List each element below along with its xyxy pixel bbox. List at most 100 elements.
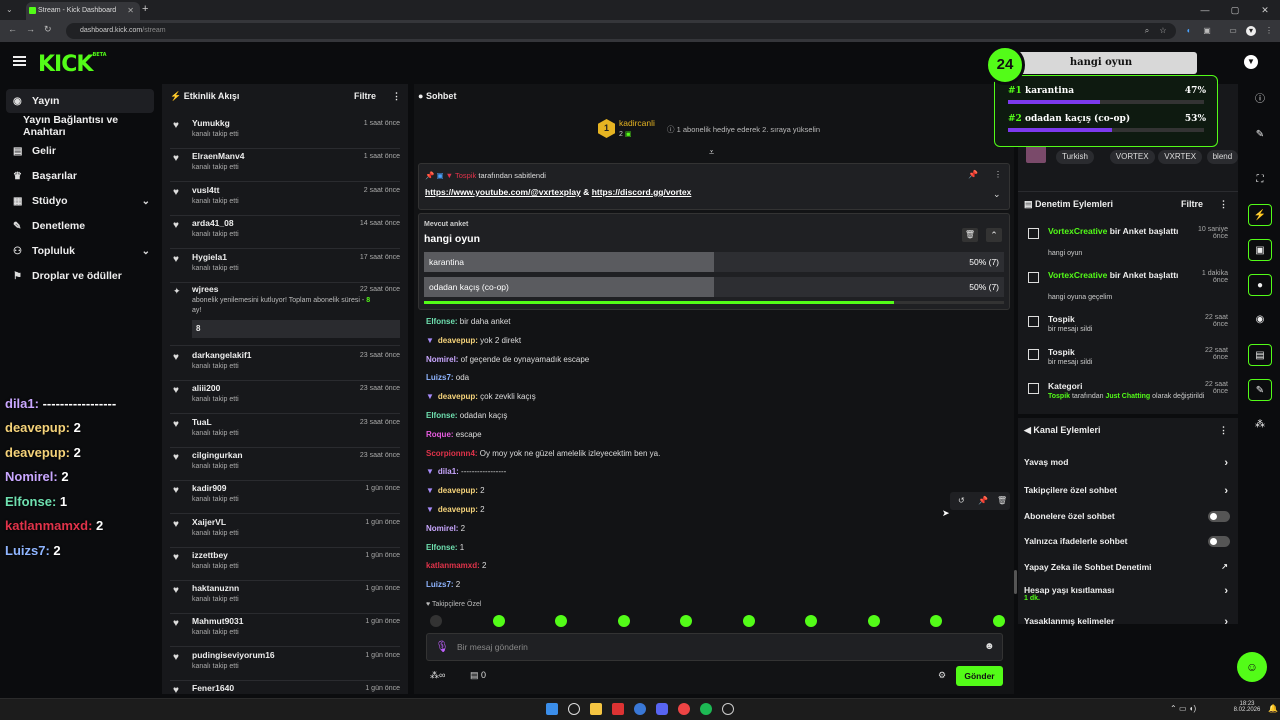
emote-icon[interactable] xyxy=(805,615,817,627)
chat-message[interactable]: katlanmamxd: 2 xyxy=(426,561,486,570)
activity-item[interactable]: ♥ cilgingurkan kanalı takip etti 23 saat ön… xyxy=(170,448,400,481)
poll-option[interactable]: odadan kaçış (co-op) 50% (7) xyxy=(424,277,1004,297)
chat-message[interactable]: Scorpionnn4: Oy moy yok ne güzel ameleli… xyxy=(426,449,660,458)
more-tools-icon[interactable]: ⁂ xyxy=(1248,414,1272,436)
chat-username[interactable]: deavepup: xyxy=(438,486,478,495)
quick-action-layout-icon[interactable]: ▤ xyxy=(1248,344,1272,366)
chat-message[interactable]: Elfonse: odadan kaçış xyxy=(426,411,507,420)
chat-message[interactable]: Nomirel: 2 xyxy=(426,524,465,533)
activity-item[interactable]: ♥ haktanuznn kanalı takip etti 1 gün önce xyxy=(170,581,400,615)
emote-icon[interactable] xyxy=(742,615,755,627)
settings-gear-icon[interactable]: ⚙ xyxy=(938,670,946,681)
toggle-switch[interactable] xyxy=(1208,536,1230,547)
stream-tag[interactable]: VXRTEX xyxy=(1158,150,1203,164)
quick-action-lightning-icon[interactable]: ⚡ xyxy=(1248,204,1272,226)
browser-menu-icon[interactable]: ⌄ xyxy=(6,5,13,14)
pinned-link-youtube[interactable]: https://www.youtube.com/@vxrtexplay xyxy=(425,187,581,197)
channel-action-3[interactable]: Yalnızca ifadelerle sohbet xyxy=(1024,536,1232,556)
forward-icon[interactable]: → xyxy=(26,24,35,34)
activity-item[interactable]: ♥ Yumukkg kanalı takip etti 1 saat önce xyxy=(170,116,400,149)
chat-message[interactable]: Luizs7: 2 xyxy=(426,580,460,589)
chat-message[interactable]: ▼ deavepup: 2 xyxy=(426,505,485,514)
chat-message[interactable]: Roque: escape xyxy=(426,430,482,439)
discord-icon[interactable] xyxy=(656,703,668,715)
network-icon[interactable]: ▭ xyxy=(1179,704,1189,713)
activity-item[interactable]: ♥ vusl4tt kanalı takip etti 2 saat önce xyxy=(170,183,400,216)
chat-message[interactable]: Elfonse: bir daha anket xyxy=(426,317,511,326)
chat-message[interactable]: Nomirel: of geçende de oynayamadık escap… xyxy=(426,355,589,364)
moderation-more-icon[interactable]: ⋮ xyxy=(1219,199,1228,210)
trash-icon[interactable]: 🗑 xyxy=(962,228,978,242)
pinned-link-discord[interactable]: https://discord.gg/vortex xyxy=(592,187,692,197)
new-tab-button[interactable]: + xyxy=(142,3,148,15)
stream-tag[interactable]: blend xyxy=(1206,150,1239,164)
sidebar-item-studio[interactable]: ▦ Stüdyo ⌄ xyxy=(6,189,154,213)
chevron-up-icon[interactable]: ⌃ xyxy=(1170,704,1179,713)
chat-username[interactable]: Nomirel: xyxy=(426,355,458,364)
moderation-item[interactable]: Kategori Tospik tarafından Just Chatting … xyxy=(1028,381,1228,421)
support-chat-button[interactable]: ☺ xyxy=(1237,652,1267,682)
info-icon[interactable]: ⓘ xyxy=(1248,89,1272,111)
chat-username[interactable]: Luizs7: xyxy=(426,373,454,382)
chat-username[interactable]: dila1: xyxy=(438,467,459,476)
address-bar[interactable]: dashboard.kick.com/stream xyxy=(66,23,1176,39)
chat-username[interactable]: Elfonse: xyxy=(426,411,458,420)
emote-icon[interactable] xyxy=(867,615,880,627)
sidebar-item-community[interactable]: ⚇ Topluluk ⌄ xyxy=(6,239,154,263)
chrome-icon[interactable] xyxy=(678,703,690,715)
stream-tag[interactable]: VORTEX xyxy=(1109,150,1155,164)
sidebar-item-stream[interactable]: ◉ Yayın xyxy=(6,89,154,113)
chat-message[interactable]: Elfonse: 1 xyxy=(426,543,464,552)
quick-action-wrench-icon[interactable]: ✎ xyxy=(1248,379,1272,401)
maximize-button[interactable]: ▢ xyxy=(1220,0,1250,20)
stream-tag[interactable]: Turkish xyxy=(1056,150,1094,164)
emoji-icon[interactable]: ☻ xyxy=(984,641,995,652)
chat-message[interactable]: ▼ deavepup: 2 xyxy=(426,486,485,495)
activity-item[interactable]: ♥ Hygiela1 kanalı takip etti 17 saat önce xyxy=(170,250,400,283)
moderation-item[interactable]: VortexCreative bir Anket başlattı hangi o… xyxy=(1028,270,1228,310)
reload-icon[interactable]: ↻ xyxy=(44,24,52,35)
minimize-button[interactable]: — xyxy=(1190,0,1220,20)
send-button[interactable]: Gönder xyxy=(956,666,1003,686)
channel-action-4[interactable]: Yapay Zeka ile Sohbet Denetimi ↗ xyxy=(1024,562,1232,582)
chat-username[interactable]: Roque: xyxy=(426,430,454,439)
app-icon-3[interactable] xyxy=(722,703,734,715)
emote-icon[interactable] xyxy=(680,615,692,627)
activity-item[interactable]: ♥ Mahmut9031 kanalı takip etti 1 gün önce xyxy=(170,614,400,648)
moderation-filter-button[interactable]: Filtre xyxy=(1181,199,1203,209)
chat-username[interactable]: deavepup: xyxy=(438,505,478,514)
moderation-item[interactable]: VortexCreative bir Anket başlattı hangi o… xyxy=(1028,226,1228,266)
hamburger-menu-icon[interactable] xyxy=(13,56,26,66)
activity-item[interactable]: ♥ ElraenManv4 kanalı takip etti 1 saat önce xyxy=(170,149,400,183)
channel-action-1[interactable]: Takipçilere özel sohbet › xyxy=(1024,485,1232,505)
activity-item[interactable]: ♥ darkangelakif1 kanalı takip etti 23 saat … xyxy=(170,348,400,381)
emote-icon[interactable] xyxy=(930,615,942,627)
activity-item[interactable]: ♥ kadir909 kanalı takip etti 1 gün önce xyxy=(170,481,400,515)
chat-message[interactable]: Luizs7: oda xyxy=(426,373,469,382)
close-window-button[interactable]: ✕ xyxy=(1250,0,1280,20)
emote-icon[interactable] xyxy=(430,615,442,627)
trash-icon[interactable]: 🗑 xyxy=(997,496,1007,505)
chat-username[interactable]: katlanmamxd: xyxy=(426,561,480,570)
chat-message[interactable]: ▼ dila1: ----------------- xyxy=(426,467,506,476)
quick-action-card-icon[interactable]: ▣ xyxy=(1248,239,1272,261)
browser-menu-dots-icon[interactable]: ⋮ xyxy=(1264,26,1274,36)
unpin-icon[interactable]: 📌 xyxy=(968,170,978,179)
chat-message[interactable]: ▼ deavepup: yok 2 direkt xyxy=(426,336,521,345)
poll-option[interactable]: karantina 50% (7) xyxy=(424,252,1004,272)
chat-username[interactable]: Elfonse: xyxy=(426,317,458,326)
zoom-icon[interactable]: ⌕ xyxy=(1142,26,1152,36)
notification-bell-icon[interactable]: 🔔 xyxy=(1268,704,1278,713)
profile-avatar[interactable]: ▾ xyxy=(1246,26,1256,36)
activity-item[interactable]: ♥ arda41_08 kanalı takip etti 14 saat önce xyxy=(170,216,400,250)
activity-filter-button[interactable]: Filtre xyxy=(354,91,376,101)
toggle-switch[interactable] xyxy=(1208,511,1230,522)
activity-item[interactable]: ♥ pudingiseviyorum16 kanalı takip etti 1 gü… xyxy=(170,648,400,681)
chat-username[interactable]: Luizs7: xyxy=(426,580,454,589)
activity-item-resub[interactable]: ✦ wjrees 22 saat önce abonelik yenilemesini… xyxy=(170,282,400,346)
search-icon[interactable] xyxy=(568,703,580,715)
channel-action-2[interactable]: Abonelere özel sohbet xyxy=(1024,511,1232,531)
clock[interactable]: 18:23 8.02.2026 xyxy=(1230,701,1264,713)
emote-icon[interactable] xyxy=(617,615,630,627)
windows-start-icon[interactable] xyxy=(546,703,558,715)
